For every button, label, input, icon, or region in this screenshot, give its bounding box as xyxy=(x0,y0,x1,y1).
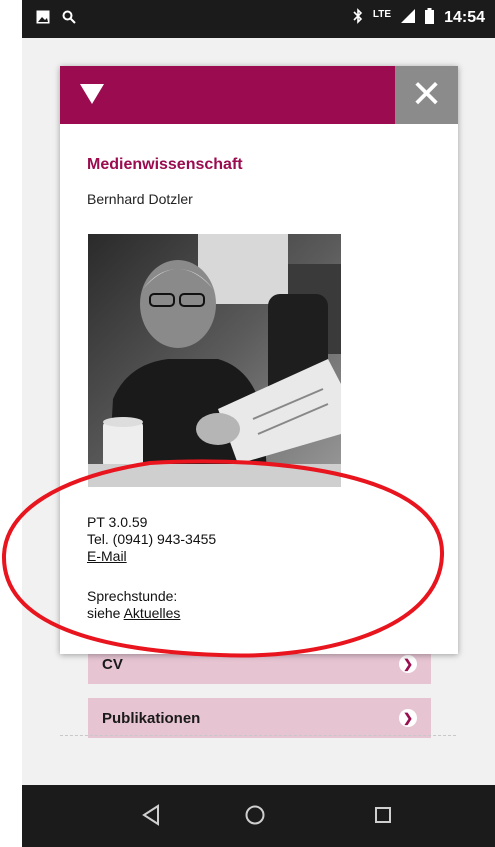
card-header[interactable] xyxy=(60,66,395,124)
portrait-photo xyxy=(88,234,341,487)
navigation-bar xyxy=(22,785,495,847)
clock: 14:54 xyxy=(444,8,485,26)
bluetooth-icon xyxy=(353,8,363,27)
chevron-right-icon: ❯ xyxy=(399,655,417,673)
close-icon: ✕ xyxy=(410,74,443,116)
cv-label: CV xyxy=(102,655,123,673)
signal-icon xyxy=(401,9,416,26)
network-type: LTE xyxy=(372,9,392,20)
close-button[interactable]: ✕ xyxy=(395,66,458,124)
home-icon[interactable] xyxy=(244,804,266,831)
publikationen-button[interactable]: Publikationen ❯ xyxy=(88,698,431,738)
room-number: PT 3.0.59 xyxy=(87,514,148,530)
search-icon xyxy=(62,10,76,29)
triangle-down-icon[interactable] xyxy=(80,84,104,104)
person-name: Bernhard Dotzler xyxy=(87,191,193,207)
aktuelles-link[interactable]: Aktuelles xyxy=(124,605,181,621)
battery-icon xyxy=(425,8,435,27)
person-card-modal: ✕ Medienwissenschaft Bernhard Dotzler PT… xyxy=(60,66,458,654)
image-icon xyxy=(36,10,50,29)
office-hours: Sprechstunde: siehe Aktuelles xyxy=(87,588,180,622)
recents-icon[interactable] xyxy=(374,806,392,829)
office-hours-prefix: siehe xyxy=(87,605,121,621)
contact-info: PT 3.0.59 Tel. (0941) 943-3455 E-Mail xyxy=(87,514,216,565)
office-hours-label: Sprechstunde: xyxy=(87,588,178,604)
phone-number: Tel. (0941) 943-3455 xyxy=(87,531,217,547)
chevron-right-icon: ❯ xyxy=(399,709,417,727)
publikationen-label: Publikationen xyxy=(102,709,201,727)
back-icon[interactable] xyxy=(141,804,161,831)
divider xyxy=(60,735,456,736)
department-title: Medienwissenschaft xyxy=(87,156,243,173)
email-link[interactable]: E-Mail xyxy=(87,548,127,564)
status-bar: LTE 14:54 xyxy=(22,0,495,38)
